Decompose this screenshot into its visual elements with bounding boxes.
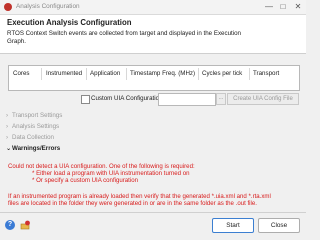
custom-uia-row: Custom UIA Configuration file: ... Creat… (0, 93, 306, 106)
minimize-icon[interactable]: — (262, 1, 276, 13)
footer-divider (0, 212, 306, 213)
import-config-icon[interactable] (20, 220, 31, 230)
close-window-icon[interactable]: ✕ (291, 1, 305, 13)
column-divider (249, 68, 250, 80)
error-option: * Or specify a custom UIA configuration (32, 177, 139, 185)
browse-button[interactable]: ... (216, 93, 226, 105)
create-uia-config-button[interactable]: Create UIA Config File (227, 93, 299, 105)
error-option: * Either load a program with UIA instrum… (32, 170, 190, 178)
column-header-application[interactable]: Application (90, 70, 120, 77)
section-label: Transport Settings (12, 112, 63, 119)
section-transport-settings[interactable]: › Transport Settings (6, 112, 62, 119)
dialog-description: RTOS Context Switch events are collected… (7, 30, 241, 45)
column-header-timestamp-freq[interactable]: Timestamp Freq. (MHz) (130, 70, 195, 77)
column-header-cycles-per-tick[interactable]: Cycles per tick (202, 70, 242, 77)
uia-config-file-input[interactable] (158, 93, 216, 106)
warnings-errors-content: Could not detect a UIA configuration. On… (8, 163, 300, 207)
section-warnings-errors[interactable]: ⌄Warnings/Errors (6, 145, 60, 152)
column-header-instrumented[interactable]: Instrumented (46, 70, 82, 77)
column-header-transport[interactable]: Transport (253, 70, 279, 77)
section-label: Warnings/Errors (12, 145, 61, 152)
column-divider (86, 68, 87, 80)
start-button[interactable]: Start (212, 218, 254, 233)
column-header-cores[interactable]: Cores (13, 70, 30, 77)
section-analysis-settings[interactable]: › Analysis Settings (6, 123, 59, 130)
section-label: Analysis Settings (12, 123, 60, 130)
section-data-collection[interactable]: › Data Collection (6, 134, 54, 141)
section-label: Data Collection (12, 134, 54, 141)
cores-table[interactable]: Cores Instrumented Application Timestamp… (8, 65, 300, 91)
app-icon (4, 3, 12, 11)
column-divider (41, 68, 42, 80)
column-divider (198, 68, 199, 80)
maximize-icon[interactable]: □ (276, 1, 290, 13)
window-titlebar: Analysis Configuration — □ ✕ (0, 0, 306, 15)
column-divider (126, 68, 127, 80)
help-icon[interactable]: ? (5, 220, 15, 230)
error-message: Could not detect a UIA configuration. On… (8, 163, 195, 170)
error-hint: files are located in the folder they wer… (8, 199, 257, 207)
dialog-title: Execution Analysis Configuration (7, 18, 132, 27)
dialog-header: Execution Analysis Configuration RTOS Co… (0, 15, 306, 54)
custom-uia-checkbox[interactable] (81, 95, 90, 104)
window-title: Analysis Configuration (16, 3, 80, 10)
error-hint: If an instrumented program is already lo… (8, 192, 271, 200)
close-button[interactable]: Close (258, 218, 300, 233)
